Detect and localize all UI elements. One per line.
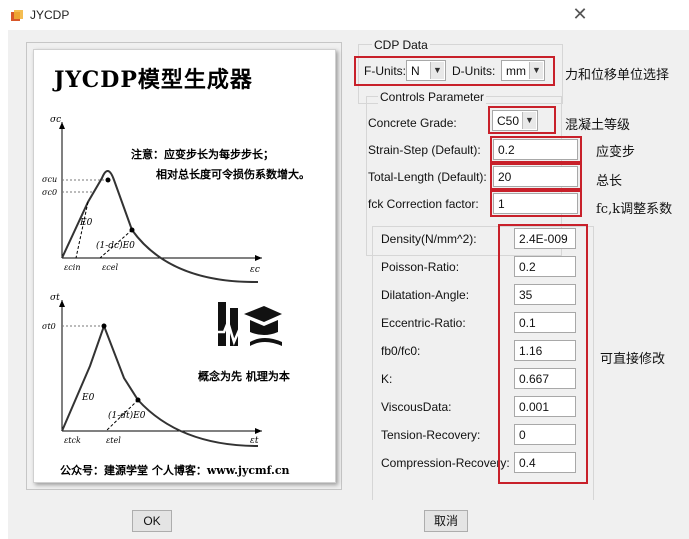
d-units-value: mm <box>506 64 526 78</box>
title-bar: JYCDP ✕ <box>0 0 689 32</box>
info-panel: JYCDP模型生成器 σc σcu σc0 εcin εcel εc E0 (1… <box>26 42 342 490</box>
concrete-grade-select[interactable]: C50 ▼ <box>492 110 538 131</box>
chart2-damage-label: (1-dt)E0 <box>108 410 146 421</box>
fck-input[interactable]: 1 <box>493 193 578 214</box>
window-title: JYCDP <box>30 8 70 22</box>
chart1-x-tick1: εcin <box>64 263 80 272</box>
chart2-peak-point <box>101 323 107 329</box>
chart1-unload-line <box>75 201 89 259</box>
param-label: fb0/fc0: <box>381 344 421 358</box>
compression-stress-strain-chart: σc σcu σc0 εcin εcel εc E0 (1-dc)E0 <box>42 115 262 283</box>
note-line-1: 注意：应变步长为每步步长； <box>131 148 274 161</box>
chart1-x-tick2: εcel <box>102 263 119 272</box>
f-units-select[interactable]: N ▼ <box>406 60 446 81</box>
chart2-slope-label: E0 <box>81 393 95 403</box>
param-label: Tension-Recovery: <box>381 428 481 442</box>
param-label: Poisson-Ratio: <box>381 260 460 274</box>
dilatation-angle-input[interactable]: 35 <box>514 284 576 305</box>
units-annotation: 力和位移单位选择 <box>565 68 670 83</box>
chevron-down-icon[interactable]: ▼ <box>522 112 536 129</box>
controls-legend: Controls Parameter <box>378 90 487 104</box>
param-label: Eccentric-Ratio: <box>381 316 466 330</box>
k-input[interactable]: 0.667 <box>514 368 576 389</box>
chart2-x-tick1: εtck <box>64 436 81 445</box>
chart2-y-label: σt <box>50 293 60 303</box>
poisson-ratio-input[interactable]: 0.2 <box>514 256 576 277</box>
density-input[interactable]: 2.4E-009 <box>514 228 576 249</box>
chevron-down-icon[interactable]: ▼ <box>529 62 543 79</box>
grade-annotation: 混凝土等级 <box>565 118 631 133</box>
app-icon <box>11 10 23 21</box>
chart1-y-tick2: σc0 <box>42 188 57 197</box>
viscous-data-input[interactable]: 0.001 <box>514 396 576 417</box>
d-units-select[interactable]: mm ▼ <box>501 60 545 81</box>
total-length-label: Total-Length (Default): <box>368 170 487 184</box>
param-label: Density(N/mm^2): <box>381 232 477 246</box>
chart2-x-label: εt <box>250 436 259 446</box>
fck-label: fck Correction factor: <box>368 197 479 211</box>
length-annotation: 总长 <box>596 174 623 189</box>
chart2-damage-point <box>135 397 141 403</box>
cancel-button[interactable]: 取消 <box>424 510 468 532</box>
param-label: Compression-Recovery: <box>381 456 510 470</box>
note-line-2: 相对总长度可令损伤系数增大。 <box>156 168 310 181</box>
info-footer: 公众号：建源学堂 个人博客：www.jycmf.cn <box>60 464 290 477</box>
chart2-y-arrow <box>59 300 65 307</box>
strain-step-input[interactable]: 0.2 <box>493 139 578 160</box>
chart1-x-label: εc <box>250 265 260 275</box>
cdp-data-legend: CDP Data <box>372 38 430 52</box>
compression-recovery-input[interactable]: 0.4 <box>514 452 576 473</box>
f-units-label: F-Units: <box>364 64 406 78</box>
param-label: Dilatation-Angle: <box>381 288 470 302</box>
info-title: JYCDP模型生成器 <box>54 67 253 93</box>
info-card: JYCDP模型生成器 σc σcu σc0 εcin εcel εc E0 (1… <box>33 49 336 483</box>
chart1-damage-label: (1-dc)E0 <box>96 240 135 251</box>
brand-logo-icon <box>214 302 282 346</box>
fck-annotation: fc,k调整系数 <box>596 202 673 217</box>
eccentric-ratio-input[interactable]: 0.1 <box>514 312 576 333</box>
chart1-y-label: σc <box>50 115 61 125</box>
d-units-label: D-Units: <box>452 64 496 78</box>
chart2-x-tick2: εtel <box>106 436 121 445</box>
total-length-input[interactable]: 20 <box>493 166 578 187</box>
chart1-peak-point <box>105 177 111 183</box>
chevron-down-icon[interactable]: ▼ <box>430 62 444 79</box>
editable-annotation: 可直接修改 <box>600 352 666 367</box>
concrete-grade-label: Concrete Grade: <box>368 116 457 130</box>
f-units-value: N <box>411 64 420 78</box>
close-icon[interactable]: ✕ <box>570 4 590 24</box>
chart1-damage-point <box>129 227 135 233</box>
button-strip <box>8 500 689 539</box>
ok-button[interactable]: OK <box>132 510 172 532</box>
dialog-client: JYCDP模型生成器 σc σcu σc0 εcin εcel εc E0 (1… <box>8 30 689 505</box>
fb0-fc0-input[interactable]: 1.16 <box>514 340 576 361</box>
param-label: K: <box>381 372 393 386</box>
tension-recovery-input[interactable]: 0 <box>514 424 576 445</box>
chart1-y-tick1: σcu <box>42 175 57 184</box>
step-annotation: 应变步 <box>596 145 636 160</box>
motto-text: 概念为先 机理为本 <box>198 370 290 383</box>
chart1-x-arrow <box>255 255 262 261</box>
chart2-x-arrow <box>255 428 262 434</box>
strain-step-label: Strain-Step (Default): <box>368 143 481 157</box>
param-label: ViscousData: <box>381 400 452 414</box>
chart1-slope-label: E0 <box>79 218 93 228</box>
chart2-y-tick1: σt0 <box>42 322 56 331</box>
concrete-grade-value: C50 <box>497 114 520 128</box>
